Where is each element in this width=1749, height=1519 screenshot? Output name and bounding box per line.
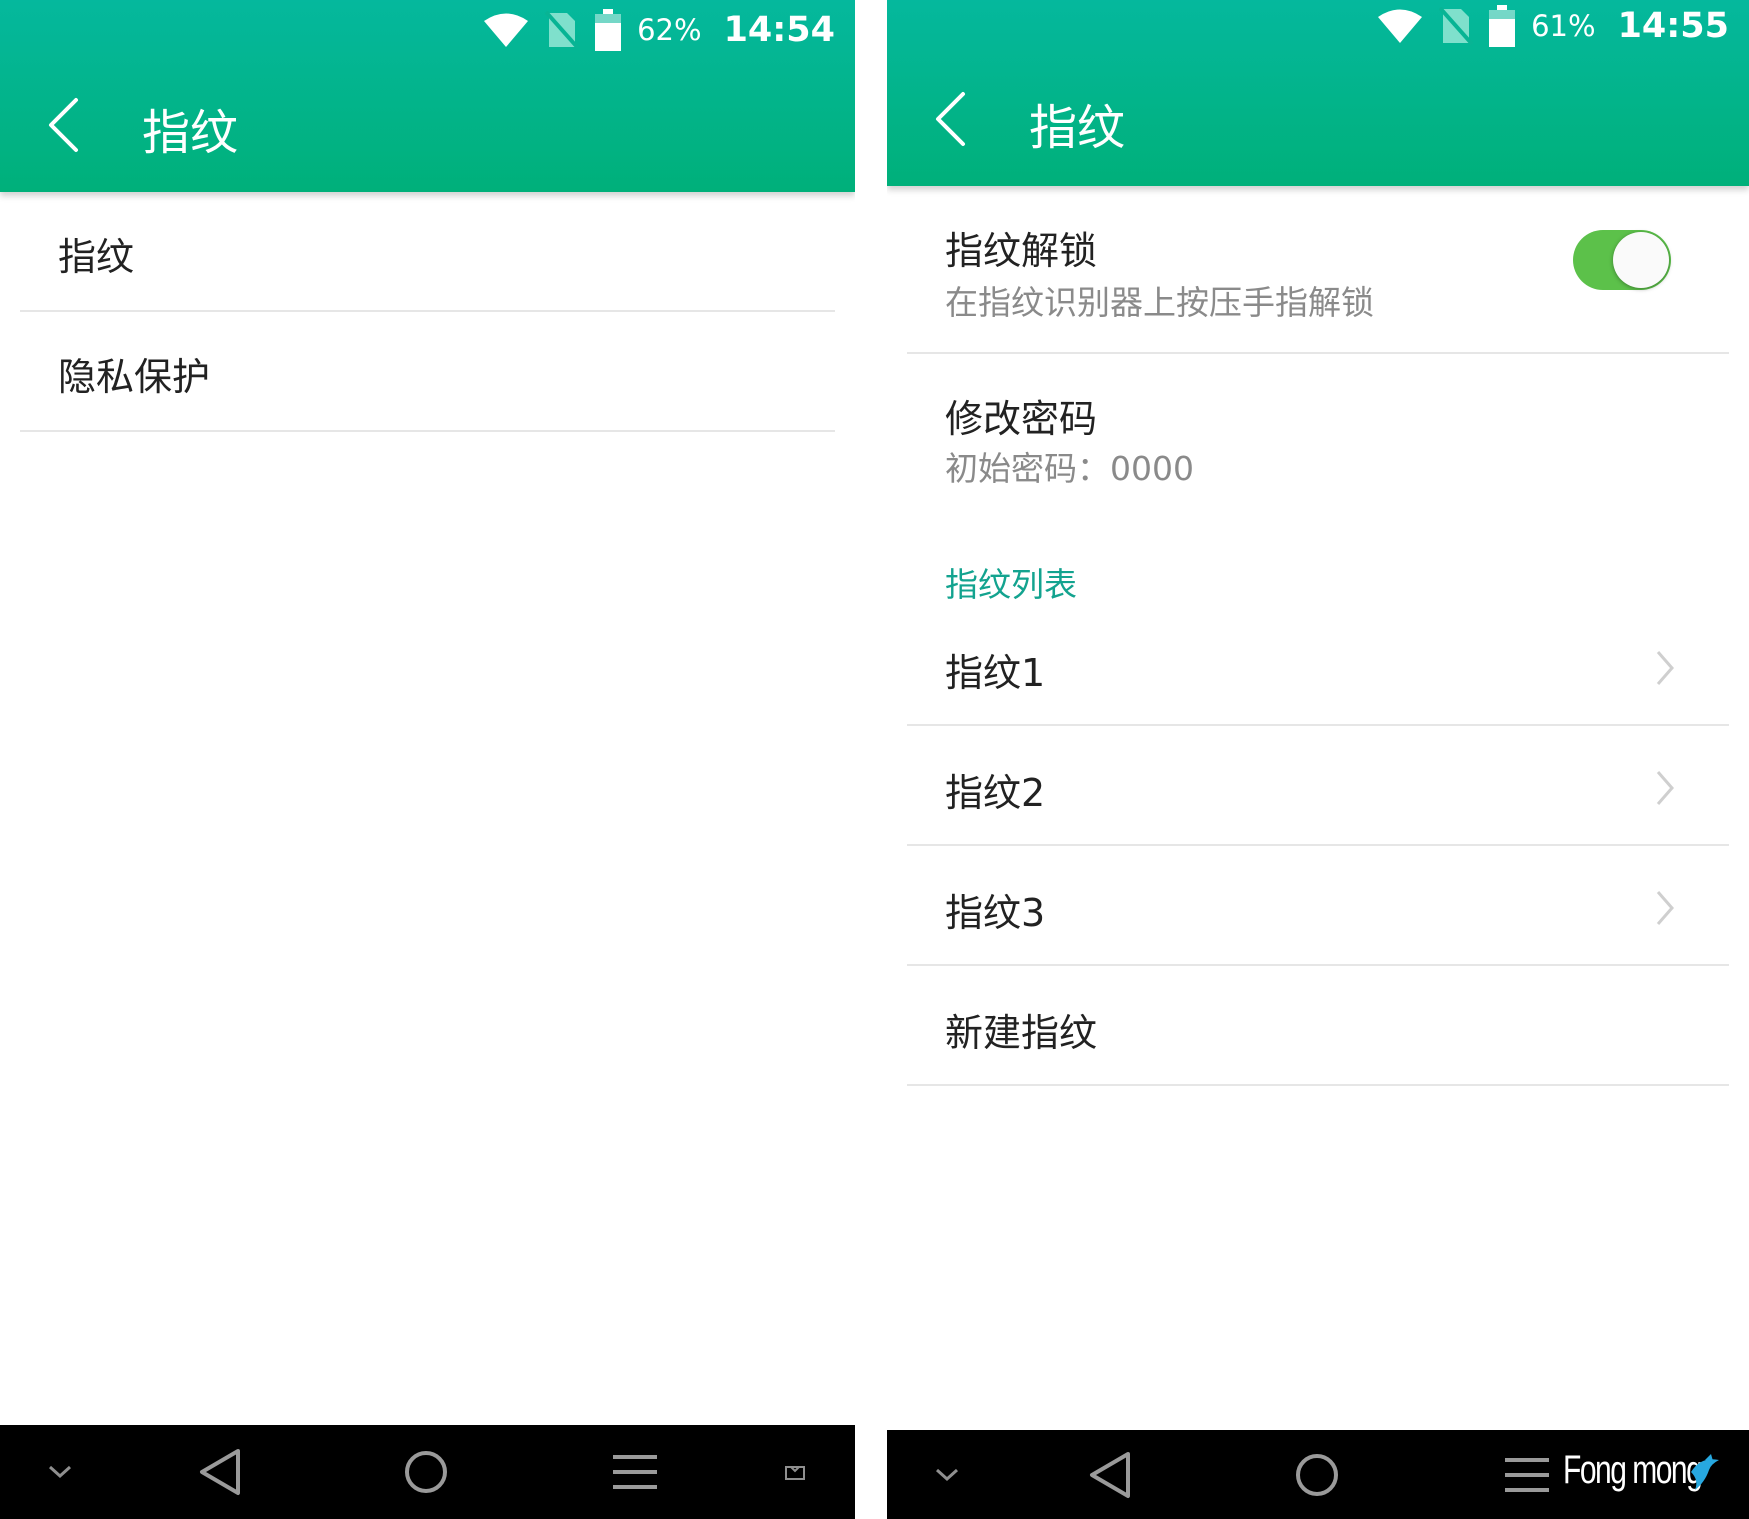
chevron-right-icon bbox=[1656, 891, 1674, 925]
dolphin-logo-icon bbox=[1691, 1454, 1719, 1490]
menu-item-label: 指纹 bbox=[58, 235, 135, 279]
phone-screen-right: 61% 14:55 指纹 指纹解锁 在指纹识别器上按压手指解锁 修改密码 初始密… bbox=[887, 0, 1749, 1519]
status-bar: 61% 14:55 bbox=[1377, 2, 1729, 50]
chevron-right-icon bbox=[1656, 651, 1674, 685]
wifi-icon bbox=[483, 12, 529, 48]
nav-menu-button[interactable] bbox=[605, 1442, 665, 1502]
nav-back-button[interactable] bbox=[1080, 1445, 1140, 1505]
fingerprint-unlock-subtitle: 在指纹识别器上按压手指解锁 bbox=[945, 283, 1374, 322]
screenshot-button[interactable] bbox=[775, 1452, 815, 1492]
status-bar: 62% 14:54 bbox=[483, 6, 835, 54]
change-password-label: 修改密码 bbox=[945, 397, 1098, 441]
nav-collapse-icon bbox=[935, 1468, 959, 1482]
back-button[interactable] bbox=[38, 90, 88, 160]
app-bar: 61% 14:55 指纹 bbox=[887, 0, 1749, 186]
add-fingerprint-label: 新建指纹 bbox=[945, 1011, 1098, 1055]
toggle-knob bbox=[1613, 232, 1669, 288]
fingerprint-unlock-toggle[interactable] bbox=[1573, 230, 1671, 290]
add-fingerprint-item[interactable]: 新建指纹 bbox=[907, 966, 1729, 1086]
app-bar: 62% 14:54 指纹 bbox=[0, 0, 855, 192]
page-title: 指纹 bbox=[142, 105, 239, 161]
battery-percent: 62% bbox=[637, 13, 702, 47]
fingerprint-item-label: 指纹3 bbox=[945, 891, 1046, 935]
fingerprint-list-item[interactable]: 指纹1 bbox=[907, 608, 1729, 726]
wifi-icon bbox=[1377, 8, 1423, 44]
page-title: 指纹 bbox=[1029, 100, 1126, 156]
fingerprint-list-item[interactable]: 指纹2 bbox=[907, 726, 1729, 846]
fingerprint-item-label: 指纹1 bbox=[945, 651, 1046, 695]
battery-percent: 61% bbox=[1531, 9, 1596, 43]
nav-collapse-button[interactable] bbox=[40, 1447, 80, 1497]
navigation-bar bbox=[0, 1425, 855, 1519]
fingerprint-list-item[interactable]: 指纹3 bbox=[907, 846, 1729, 966]
nav-home-icon bbox=[405, 1451, 447, 1493]
nav-home-button[interactable] bbox=[396, 1442, 456, 1502]
clock: 14:54 bbox=[723, 10, 835, 50]
menu-item-label: 隐私保护 bbox=[58, 355, 211, 399]
battery-icon bbox=[595, 9, 622, 51]
no-sim-icon bbox=[545, 11, 580, 49]
nav-menu-button[interactable] bbox=[1497, 1445, 1557, 1505]
nav-back-button[interactable] bbox=[190, 1442, 250, 1502]
nav-menu-icon bbox=[613, 1455, 657, 1489]
chevron-right-icon bbox=[1656, 771, 1674, 805]
fingerprint-list-header: 指纹列表 bbox=[945, 565, 1077, 604]
phone-screen-left: 62% 14:54 指纹 指纹 隐私保护 bbox=[0, 0, 855, 1519]
nav-back-icon bbox=[200, 1449, 240, 1495]
nav-home-button[interactable] bbox=[1287, 1445, 1347, 1505]
nav-back-icon bbox=[1090, 1452, 1130, 1498]
watermark-text: Fong mong bbox=[1563, 1448, 1703, 1492]
screenshot-icon bbox=[785, 1466, 805, 1480]
nav-home-icon bbox=[1296, 1454, 1338, 1496]
clock: 14:55 bbox=[1617, 6, 1729, 46]
back-arrow-icon bbox=[936, 92, 965, 146]
no-sim-icon bbox=[1439, 7, 1474, 45]
nav-collapse-button[interactable] bbox=[927, 1450, 967, 1500]
back-arrow-icon bbox=[49, 98, 78, 152]
menu-item-privacy[interactable]: 隐私保护 bbox=[20, 312, 835, 432]
navigation-bar: Fong mong bbox=[887, 1430, 1749, 1519]
back-button[interactable] bbox=[925, 84, 975, 154]
nav-collapse-icon bbox=[48, 1465, 72, 1479]
change-password-subtitle: 初始密码：0000 bbox=[945, 449, 1194, 488]
menu-item-fingerprint[interactable]: 指纹 bbox=[20, 192, 835, 312]
nav-menu-icon bbox=[1505, 1458, 1549, 1492]
fingerprint-unlock-label: 指纹解锁 bbox=[945, 229, 1098, 273]
fingerprint-unlock-item[interactable]: 指纹解锁 在指纹识别器上按压手指解锁 bbox=[907, 186, 1729, 354]
battery-icon bbox=[1489, 5, 1516, 47]
fingerprint-item-label: 指纹2 bbox=[945, 771, 1046, 815]
change-password-item[interactable]: 修改密码 初始密码：0000 bbox=[907, 354, 1729, 504]
